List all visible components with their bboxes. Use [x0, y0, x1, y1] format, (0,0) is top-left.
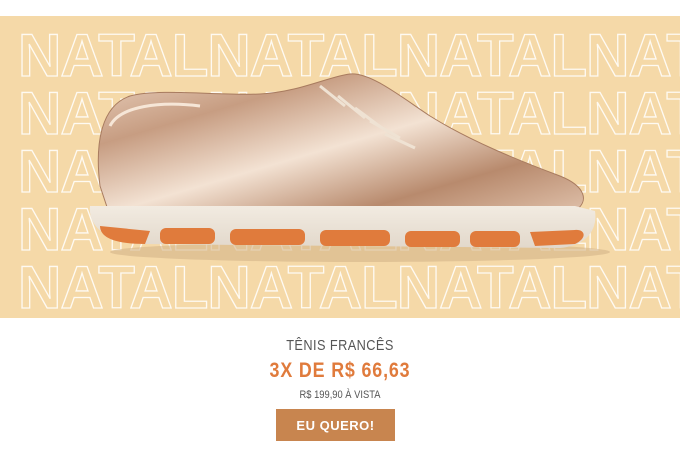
product-name: TÊNIS FRANCÊS: [286, 337, 394, 354]
shoe-image: [89, 73, 610, 262]
installment-price: 3X DE R$ 66,63: [269, 359, 411, 382]
product-info: TÊNIS FRANCÊS 3X DE R$ 66,63 R$ 199,90 À…: [0, 318, 680, 457]
product-banner[interactable]: NATALNATALNATALNATALNATALNATALNATALNATAL…: [0, 16, 680, 318]
cash-price: R$ 199,90 À VISTA: [299, 389, 381, 401]
buy-button[interactable]: EU QUERO!: [276, 409, 395, 441]
